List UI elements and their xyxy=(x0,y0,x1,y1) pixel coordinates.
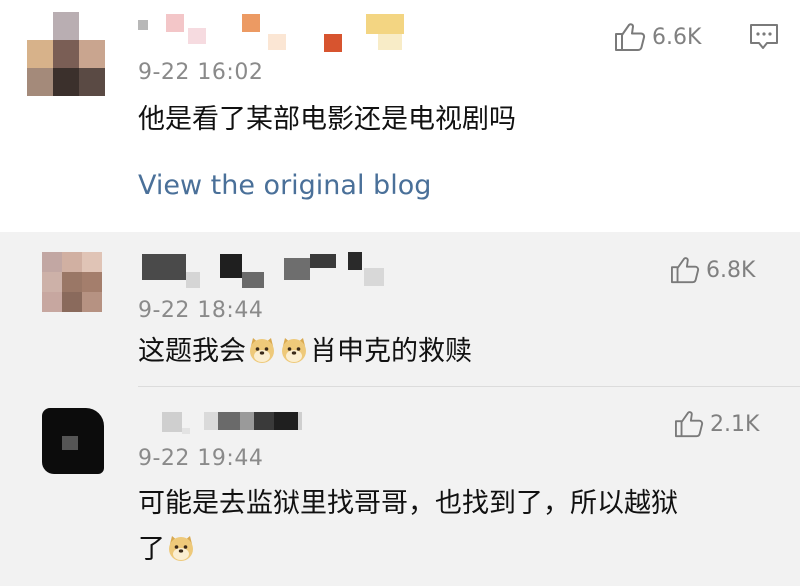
username[interactable] xyxy=(138,408,318,438)
username[interactable] xyxy=(138,252,398,296)
divider xyxy=(138,386,800,387)
like-count: 2.1K xyxy=(710,411,760,437)
reply-text: 可能是去监狱里找哥哥，也找到了，所以越狱 xyxy=(138,488,678,519)
timestamp: 9-22 18:44 xyxy=(138,298,264,323)
reply-text-part: 了 xyxy=(138,534,165,565)
main-comment: 6.6K 9-22 16:02 他是看了某部电影还是电视剧吗 View the … xyxy=(0,0,800,232)
like-button[interactable]: 6.8K xyxy=(670,256,755,284)
replies-section: 6.8K 9-22 18:44 这题我会 肖申克的救赎 2.1K 9-22 19:… xyxy=(0,232,800,586)
like-button[interactable]: 6.6K xyxy=(614,22,701,52)
reply-text-part: 肖申克的救赎 xyxy=(310,336,472,367)
doge-emoji xyxy=(282,338,306,363)
doge-emoji xyxy=(169,536,193,561)
timestamp: 9-22 16:02 xyxy=(138,60,264,85)
username[interactable] xyxy=(138,14,408,54)
avatar[interactable] xyxy=(27,12,105,96)
comment-text: 他是看了某部电影还是电视剧吗 xyxy=(138,104,516,135)
avatar[interactable] xyxy=(42,252,102,312)
like-count: 6.6K xyxy=(652,24,702,50)
timestamp: 9-22 19:44 xyxy=(138,446,264,471)
doge-emoji xyxy=(250,338,274,363)
like-button[interactable]: 2.1K xyxy=(674,410,759,438)
like-count: 6.8K xyxy=(706,257,756,283)
avatar[interactable] xyxy=(42,408,104,474)
view-original-blog-link[interactable]: View the original blog xyxy=(138,170,431,201)
thumbs-up-icon xyxy=(671,257,700,284)
thumbs-up-icon xyxy=(675,411,704,438)
reply-text-part: 这题我会 xyxy=(138,336,246,367)
comment-icon xyxy=(750,24,778,49)
comment-button[interactable] xyxy=(748,22,780,56)
reply-text: 这题我会 肖申克的救赎 xyxy=(138,332,472,372)
reply-text: 了 xyxy=(138,530,197,570)
thumbs-up-icon xyxy=(615,23,646,51)
